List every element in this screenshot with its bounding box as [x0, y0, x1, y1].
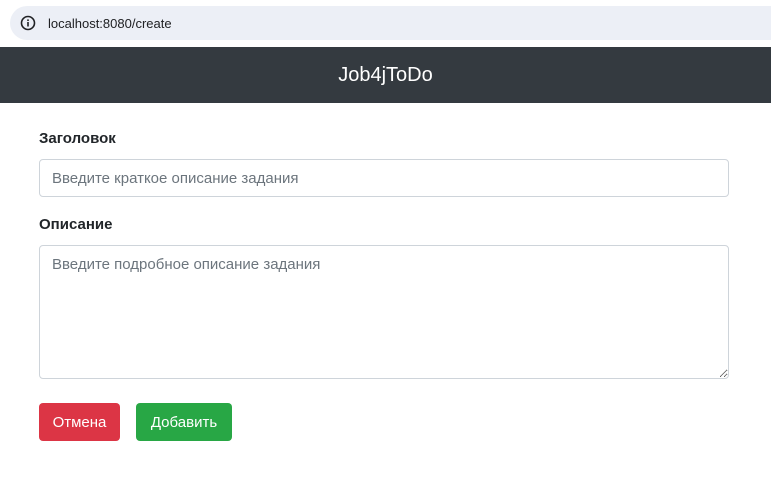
url-text: localhost:8080/create [48, 15, 172, 31]
cancel-button[interactable]: Отмена [39, 403, 120, 441]
title-input[interactable] [39, 159, 729, 197]
title-label: Заголовок [39, 130, 116, 147]
description-label: Описание [39, 216, 113, 233]
url-field[interactable]: localhost:8080/create [10, 6, 771, 40]
navbar: Job4jToDo [0, 47, 771, 103]
info-icon[interactable] [20, 15, 36, 31]
brand-title[interactable]: Job4jToDo [338, 64, 433, 87]
browser-address-bar: localhost:8080/create [0, 0, 771, 47]
add-button[interactable]: Добавить [136, 403, 232, 441]
description-textarea[interactable] [39, 245, 729, 379]
